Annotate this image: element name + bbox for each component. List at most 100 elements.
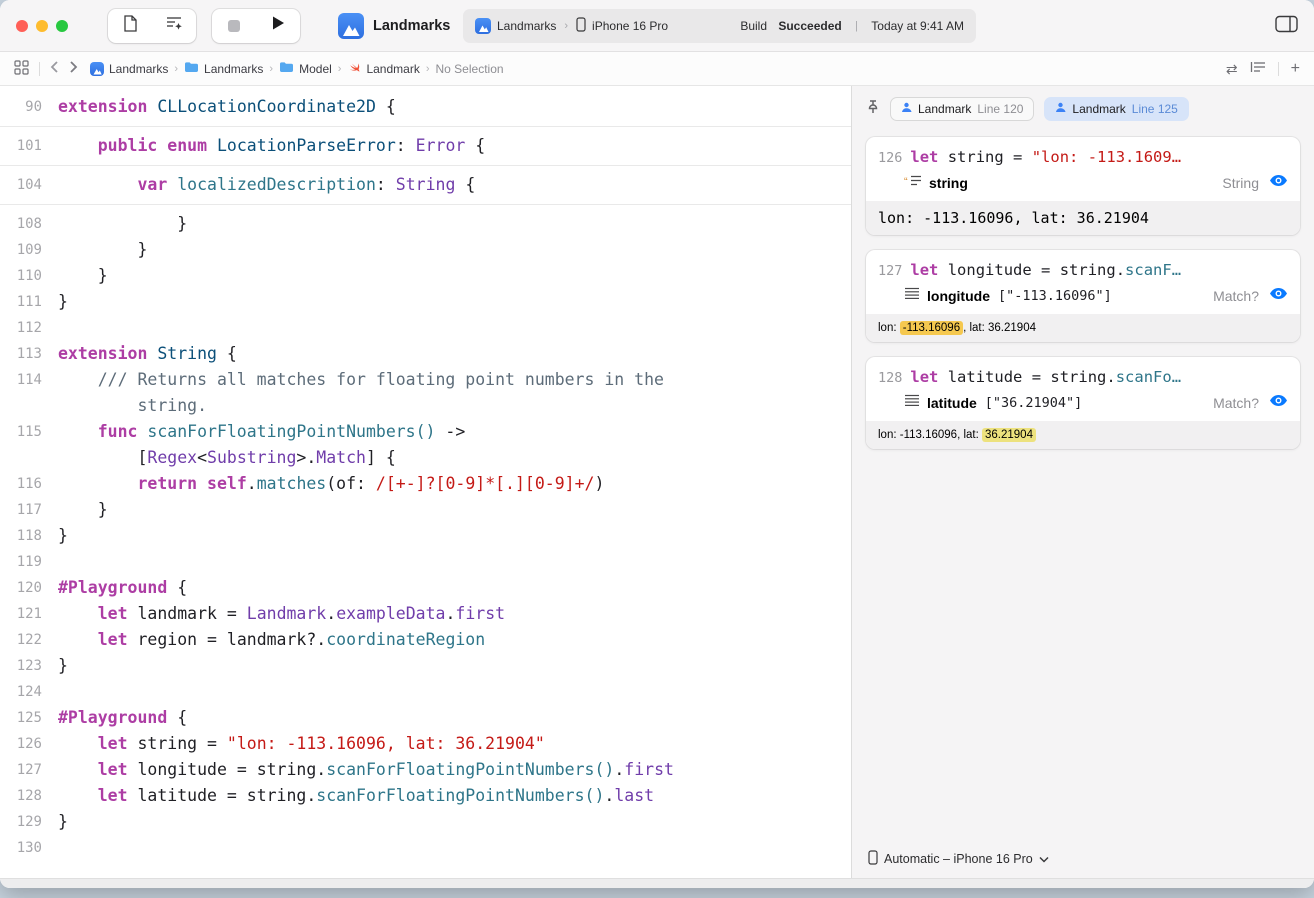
- breadcrumb-item-selection[interactable]: No Selection: [436, 62, 504, 76]
- counterpart-arrows-icon[interactable]: ⇄: [1226, 62, 1238, 76]
- line-number[interactable]: 112: [0, 315, 58, 341]
- line-number[interactable]: 126: [0, 731, 58, 757]
- code-line[interactable]: 112: [0, 315, 851, 341]
- quicklook-eye-icon[interactable]: [1269, 287, 1288, 305]
- code-line[interactable]: 104 var localizedDescription: String {: [0, 172, 851, 198]
- quicklook-eye-icon[interactable]: [1269, 394, 1288, 412]
- line-number[interactable]: 104: [0, 172, 58, 198]
- line-number[interactable]: 120: [0, 575, 58, 601]
- breadcrumb-item-project[interactable]: Landmarks: [90, 61, 168, 76]
- code-line[interactable]: 115 func scanForFloatingPointNumbers() ->: [0, 419, 851, 445]
- code-line[interactable]: 114 /// Returns all matches for floating …: [0, 367, 851, 393]
- code-line[interactable]: 129}: [0, 809, 851, 835]
- code-line[interactable]: 125 #Playground {: [0, 705, 851, 731]
- preview-device-selector[interactable]: Automatic – iPhone 16 Pro: [868, 850, 1049, 868]
- breadcrumb-item-group[interactable]: Landmarks: [184, 61, 263, 76]
- breadcrumb-item-model[interactable]: Model: [279, 61, 332, 76]
- code-line[interactable]: 126 let string = "lon: -113.16096, lat: 3…: [0, 731, 851, 757]
- result-code-line[interactable]: 127 let longitude = string.scanF…: [866, 250, 1300, 281]
- go-back-button[interactable]: [50, 60, 59, 77]
- code-line[interactable]: 90 extension CLLocationCoordinate2D {: [0, 94, 851, 120]
- editor-options-icon[interactable]: [1250, 61, 1266, 77]
- code-line[interactable]: 110}: [0, 263, 851, 289]
- code-token: #Playground: [58, 708, 168, 727]
- code-line[interactable]: 122 let region = landmark?.coordinateRegi…: [0, 627, 851, 653]
- code-line[interactable]: 124: [0, 679, 851, 705]
- code-line[interactable]: string.: [0, 393, 851, 419]
- line-number[interactable]: 116: [0, 471, 58, 497]
- chevron-down-icon: [1039, 852, 1049, 866]
- line-number[interactable]: 115: [0, 419, 58, 445]
- xcode-window: Landmarks Landmarks › iPhone 16 Pro Buil…: [0, 0, 1314, 888]
- code-line[interactable]: 128 let latitude = string.scanForFloating…: [0, 783, 851, 809]
- stop-icon: [228, 19, 240, 32]
- result-card-latitude: 128 let latitude = string.scanFo… latitud…: [866, 357, 1300, 449]
- code-line[interactable]: [Regex<Substring>.Match] {: [0, 445, 851, 471]
- line-number[interactable]: 114: [0, 367, 58, 393]
- line-number[interactable]: 111: [0, 289, 58, 315]
- line-number[interactable]: 109: [0, 237, 58, 263]
- line-number[interactable]: 90: [0, 94, 58, 120]
- stop-button[interactable]: [212, 9, 256, 43]
- source-editor[interactable]: 90 extension CLLocationCoordinate2D { 101 p…: [0, 86, 852, 878]
- run-button[interactable]: [256, 9, 300, 43]
- line-number[interactable]: 108: [0, 211, 58, 237]
- code-line[interactable]: 127 let longitude = string.scanForFloatin…: [0, 757, 851, 783]
- line-number[interactable]: 123: [0, 653, 58, 679]
- result-tab-line-120[interactable]: Landmark Line 120: [890, 97, 1035, 121]
- playground-macro-button[interactable]: [152, 9, 196, 43]
- code-line[interactable]: 101 public enum LocationParseError: Error…: [0, 133, 851, 159]
- line-number[interactable]: 129: [0, 809, 58, 835]
- code-line[interactable]: 121 let landmark = Landmark.exampleData.f…: [0, 601, 851, 627]
- line-number[interactable]: 124: [0, 679, 58, 705]
- close-window-button[interactable]: [16, 19, 28, 32]
- code-token: }: [58, 656, 68, 675]
- code-line[interactable]: 130: [0, 835, 851, 861]
- result-code-line[interactable]: 128 let latitude = string.scanFo…: [866, 357, 1300, 388]
- code-line[interactable]: 118}: [0, 523, 851, 549]
- line-number[interactable]: 118: [0, 523, 58, 549]
- line-number[interactable]: 128: [0, 783, 58, 809]
- quicklook-eye-icon[interactable]: [1269, 174, 1288, 192]
- code-line[interactable]: 108}: [0, 211, 851, 237]
- result-tab-line-125[interactable]: Landmark Line 125: [1044, 97, 1189, 121]
- toggle-inspector-button[interactable]: [1275, 15, 1298, 38]
- code-line[interactable]: 117}: [0, 497, 851, 523]
- results-tab-bar: Landmark Line 120 Landmark Line 125: [866, 96, 1300, 122]
- scheme-destination[interactable]: Landmarks › iPhone 16 Pro: [475, 17, 668, 35]
- result-code-line[interactable]: 126 let string = "lon: -113.1609…: [866, 137, 1300, 168]
- code-token: .: [604, 786, 615, 805]
- code-line[interactable]: 116 return self.matches(of: /[+-]?[0-9]*[…: [0, 471, 851, 497]
- code-line[interactable]: 111}: [0, 289, 851, 315]
- line-number[interactable]: 101: [0, 133, 58, 159]
- line-number[interactable]: 110: [0, 263, 58, 289]
- related-items-grid-icon[interactable]: [14, 59, 29, 78]
- line-number[interactable]: 122: [0, 627, 58, 653]
- new-file-button[interactable]: [108, 9, 152, 43]
- result-value: lon: -113.16096, lat: 36.21904: [866, 201, 1300, 235]
- breadcrumb-item-file[interactable]: Landmark: [347, 60, 420, 77]
- minimize-window-button[interactable]: [36, 19, 48, 32]
- chevron-separator: ›: [564, 20, 569, 32]
- code-line[interactable]: 123}: [0, 653, 851, 679]
- pin-icon[interactable]: [866, 99, 880, 119]
- go-forward-button[interactable]: [69, 60, 78, 77]
- status-separator: |: [855, 20, 858, 32]
- line-number[interactable]: 127: [0, 757, 58, 783]
- line-number[interactable]: 121: [0, 601, 58, 627]
- line-number[interactable]: [0, 445, 58, 471]
- line-number[interactable]: 119: [0, 549, 58, 575]
- code-line[interactable]: 119: [0, 549, 851, 575]
- build-status[interactable]: Build Succeeded | Today at 9:41 AM: [740, 19, 964, 33]
- line-number[interactable]: 113: [0, 341, 58, 367]
- code-line[interactable]: 113 extension String {: [0, 341, 851, 367]
- line-number[interactable]: 130: [0, 835, 58, 861]
- zoom-window-button[interactable]: [56, 19, 68, 32]
- code-line[interactable]: 120 #Playground {: [0, 575, 851, 601]
- code-line[interactable]: 109}: [0, 237, 851, 263]
- add-editor-icon[interactable]: +: [1291, 60, 1300, 77]
- line-number[interactable]: 125: [0, 705, 58, 731]
- line-number[interactable]: 117: [0, 497, 58, 523]
- project-title: Landmarks: [373, 17, 451, 34]
- line-number[interactable]: [0, 393, 58, 419]
